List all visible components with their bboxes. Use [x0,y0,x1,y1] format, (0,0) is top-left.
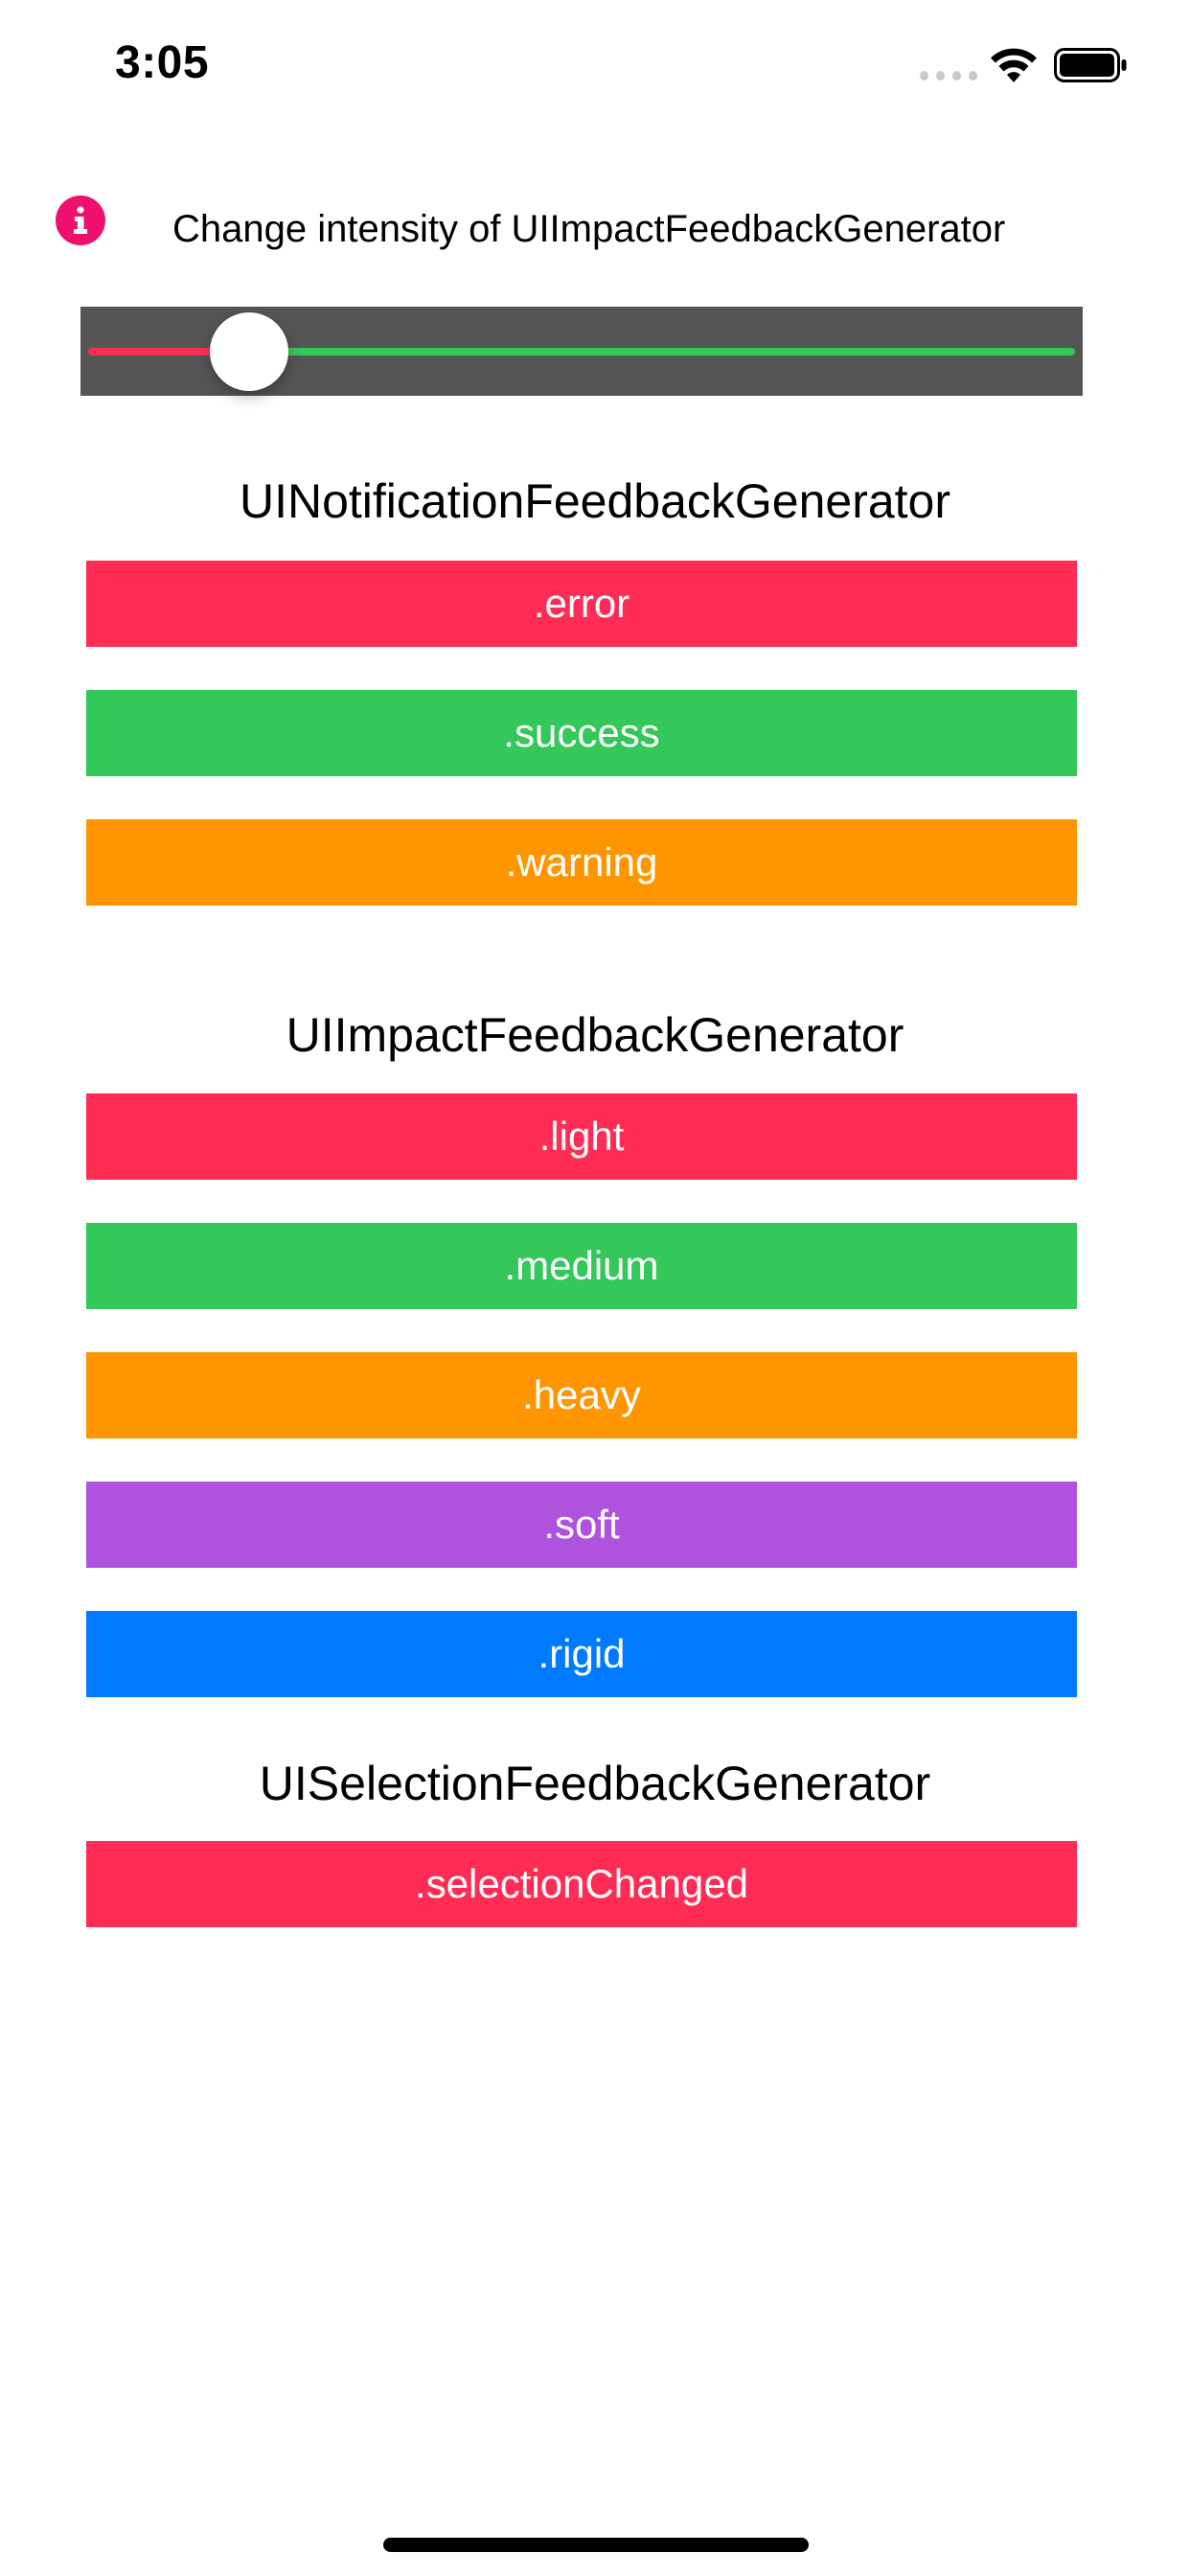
impact-light-button[interactable]: .light [86,1093,1077,1180]
status-time: 3:05 [115,37,210,88]
slider-max-track [248,348,1075,356]
selection-section-title: UISelectionFeedbackGenerator [259,1757,931,1810]
notification-success-button[interactable]: .success [86,690,1077,776]
impact-soft-button[interactable]: .soft [86,1482,1077,1568]
battery-full-icon [1054,48,1127,82]
selection-changed-button[interactable]: .selectionChanged [86,1841,1077,1927]
impact-heavy-button[interactable]: .heavy [86,1352,1077,1438]
wifi-icon [991,48,1037,82]
slider-thumb[interactable] [209,312,288,391]
info-icon[interactable] [56,196,105,245]
impact-medium-button[interactable]: .medium [86,1223,1077,1309]
intensity-label: Change intensity of UIImpactFeedbackGene… [172,208,1006,250]
cellular-signal-dots-icon [920,71,977,80]
notification-error-button[interactable]: .error [86,561,1077,647]
notification-warning-button[interactable]: .warning [86,819,1077,906]
home-indicator[interactable] [383,2538,809,2552]
impact-rigid-button[interactable]: .rigid [86,1611,1077,1697]
intensity-slider[interactable] [80,307,1083,396]
notification-section-title: UINotificationFeedbackGenerator [239,474,951,528]
impact-section-title: UIImpactFeedbackGenerator [286,1008,904,1062]
status-bar: 3:05 [0,0,1190,126]
